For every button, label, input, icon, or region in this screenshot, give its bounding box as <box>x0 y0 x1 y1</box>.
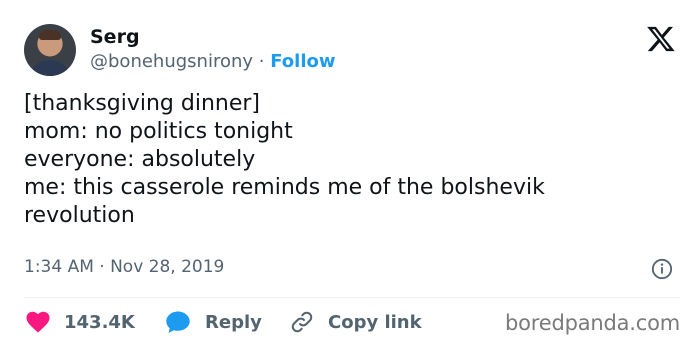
info-icon[interactable] <box>651 258 673 280</box>
reply-label: Reply <box>205 311 262 333</box>
avatar-shoulders <box>28 60 72 76</box>
tweet-text: [thanksgiving dinner] mom: no politics t… <box>24 90 674 230</box>
reply-button[interactable]: Reply <box>165 309 262 335</box>
handle-separator: · <box>258 51 265 72</box>
copy-link-button[interactable]: Copy link <box>290 309 422 335</box>
link-icon <box>291 311 313 333</box>
tweet-timestamp[interactable]: 1:34 AM · Nov 28, 2019 <box>24 257 224 277</box>
avatar[interactable] <box>24 24 76 76</box>
tweet-line: [thanksgiving dinner] <box>24 91 261 116</box>
like-button[interactable]: 143.4K <box>26 309 135 335</box>
tweet-line: me: this casserole reminds me of the bol… <box>24 175 545 200</box>
handle-row: @bonehugsnirony · Follow <box>90 51 336 72</box>
x-logo-icon[interactable] <box>646 24 676 54</box>
divider <box>24 297 680 298</box>
like-count: 143.4K <box>64 311 135 333</box>
tweet-line: revolution <box>24 203 135 228</box>
heart-icon <box>26 311 50 333</box>
avatar-hair <box>39 30 61 40</box>
follow-button[interactable]: Follow <box>270 51 335 72</box>
reply-bubble-icon <box>166 311 190 333</box>
watermark: boredpanda.com <box>505 311 681 335</box>
copy-link-label: Copy link <box>328 311 422 333</box>
tweet-header: Serg @bonehugsnirony · Follow <box>24 24 684 80</box>
display-name[interactable]: Serg <box>90 26 140 48</box>
user-handle[interactable]: @bonehugsnirony <box>90 51 253 72</box>
tweet-line: mom: no politics tonight <box>24 119 293 144</box>
tweet-line: everyone: absolutely <box>24 147 256 172</box>
